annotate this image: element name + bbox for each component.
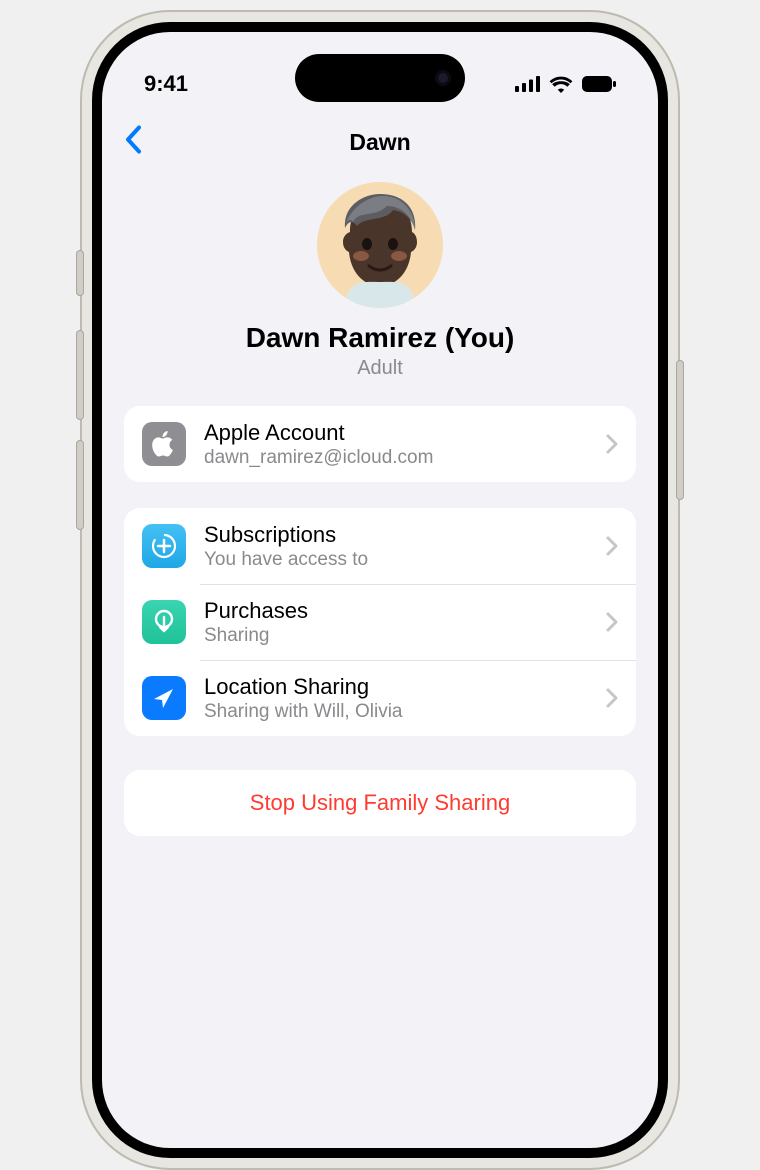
profile-name: Dawn Ramirez (You) bbox=[246, 322, 515, 354]
row-title: Purchases bbox=[204, 598, 588, 624]
battery-icon bbox=[582, 76, 616, 92]
dynamic-island bbox=[295, 54, 465, 102]
nav-bar: Dawn bbox=[102, 112, 658, 172]
sharing-section: Subscriptions You have access to Purchas… bbox=[124, 508, 636, 736]
apple-account-row[interactable]: Apple Account dawn_ramirez@icloud.com bbox=[124, 406, 636, 482]
row-title: Location Sharing bbox=[204, 674, 588, 700]
location-sharing-row[interactable]: Location Sharing Sharing with Will, Oliv… bbox=[124, 660, 636, 736]
nav-title: Dawn bbox=[349, 129, 410, 156]
account-section: Apple Account dawn_ramirez@icloud.com bbox=[124, 406, 636, 482]
cellular-icon bbox=[515, 76, 540, 92]
row-title: Apple Account bbox=[204, 420, 588, 446]
chevron-right-icon bbox=[606, 536, 618, 556]
avatar bbox=[317, 182, 443, 308]
chevron-right-icon bbox=[606, 434, 618, 454]
volume-up-button bbox=[76, 330, 84, 420]
stop-family-sharing-button[interactable]: Stop Using Family Sharing bbox=[124, 770, 636, 836]
row-title: Subscriptions bbox=[204, 522, 588, 548]
power-button bbox=[676, 360, 684, 500]
row-sub: Sharing bbox=[204, 625, 588, 647]
volume-down-button bbox=[76, 440, 84, 530]
status-time: 9:41 bbox=[144, 71, 188, 97]
row-sub: dawn_ramirez@icloud.com bbox=[204, 447, 588, 469]
purchases-icon bbox=[142, 600, 186, 644]
wifi-icon bbox=[549, 76, 573, 93]
profile-role: Adult bbox=[357, 357, 403, 380]
location-icon bbox=[142, 676, 186, 720]
stop-section: Stop Using Family Sharing bbox=[124, 770, 636, 836]
side-button bbox=[76, 250, 84, 296]
subscriptions-icon bbox=[142, 524, 186, 568]
subscriptions-row[interactable]: Subscriptions You have access to bbox=[124, 508, 636, 584]
back-button[interactable] bbox=[124, 125, 142, 160]
chevron-right-icon bbox=[606, 612, 618, 632]
apple-icon bbox=[142, 422, 186, 466]
row-sub: You have access to bbox=[204, 549, 588, 571]
row-sub: Sharing with Will, Olivia bbox=[204, 701, 588, 723]
screen: 9:41 Dawn bbox=[102, 32, 658, 1148]
profile-header: Dawn Ramirez (You) Adult bbox=[102, 172, 658, 406]
chevron-right-icon bbox=[606, 688, 618, 708]
phone-frame: 9:41 Dawn bbox=[80, 10, 680, 1170]
purchases-row[interactable]: Purchases Sharing bbox=[124, 584, 636, 660]
stop-label: Stop Using Family Sharing bbox=[250, 790, 510, 816]
